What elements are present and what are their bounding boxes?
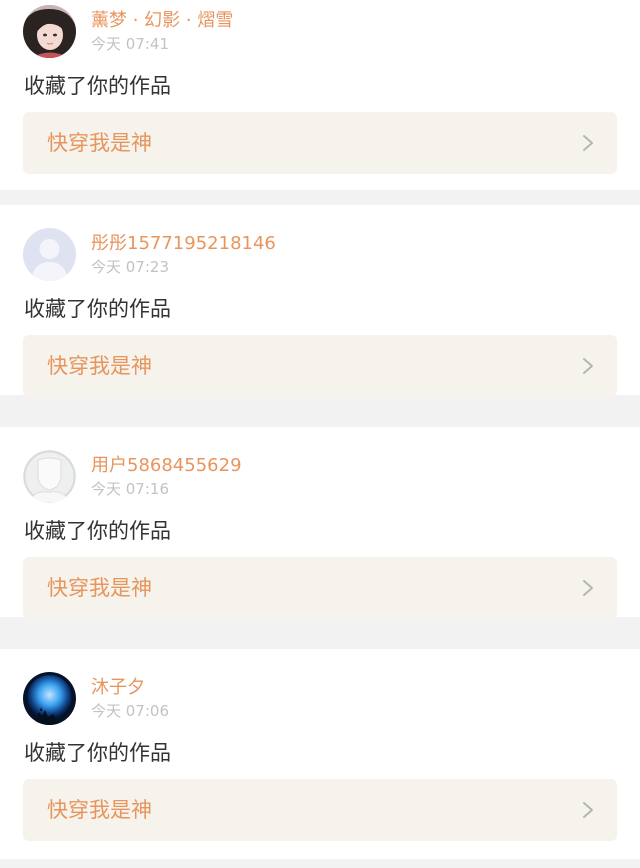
username[interactable]: 薰梦 · 幻影 · 熠雪 bbox=[91, 9, 233, 33]
username[interactable]: 彤彤1577195218146 bbox=[91, 232, 276, 256]
chevron-right-icon bbox=[583, 802, 593, 818]
chevron-right-icon bbox=[583, 358, 593, 374]
notification-feed: 薰梦 · 幻影 · 熠雪 今天 07:41 收藏了你的作品 快穿我是神 彤彤15… bbox=[0, 0, 640, 868]
action-text: 收藏了你的作品 bbox=[24, 297, 171, 321]
username[interactable]: 沐子夕 bbox=[91, 676, 145, 700]
action-text: 收藏了你的作品 bbox=[24, 741, 171, 765]
work-link-card[interactable]: 快穿我是神 bbox=[23, 557, 617, 619]
work-title: 快穿我是神 bbox=[47, 798, 152, 822]
user-photo-avatar[interactable] bbox=[23, 5, 76, 58]
action-text: 收藏了你的作品 bbox=[24, 519, 171, 543]
action-text: 收藏了你的作品 bbox=[24, 74, 171, 98]
work-link-card[interactable]: 快穿我是神 bbox=[23, 112, 617, 174]
notification-card: 薰梦 · 幻影 · 熠雪 今天 07:41 收藏了你的作品 快穿我是神 bbox=[0, 0, 640, 190]
notification-card: 沐子夕 今天 07:06 收藏了你的作品 快穿我是神 bbox=[0, 649, 640, 859]
work-title: 快穿我是神 bbox=[47, 576, 152, 600]
timestamp: 今天 07:41 bbox=[91, 35, 169, 53]
timestamp: 今天 07:16 bbox=[91, 480, 169, 498]
default-user-avatar[interactable] bbox=[23, 228, 76, 281]
notification-card: 彤彤1577195218146 今天 07:23 收藏了你的作品 快穿我是神 bbox=[0, 205, 640, 397]
moon-night-avatar[interactable] bbox=[23, 672, 76, 725]
chevron-right-icon bbox=[583, 580, 593, 596]
work-link-card[interactable]: 快穿我是神 bbox=[23, 335, 617, 397]
blank-user-avatar[interactable] bbox=[23, 450, 76, 503]
work-title: 快穿我是神 bbox=[47, 131, 152, 155]
work-title: 快穿我是神 bbox=[47, 354, 152, 378]
timestamp: 今天 07:23 bbox=[91, 258, 169, 276]
chevron-right-icon bbox=[583, 135, 593, 151]
work-link-card[interactable]: 快穿我是神 bbox=[23, 779, 617, 841]
notification-card: 用户5868455629 今天 07:16 收藏了你的作品 快穿我是神 bbox=[0, 427, 640, 619]
timestamp: 今天 07:06 bbox=[91, 702, 169, 720]
username[interactable]: 用户5868455629 bbox=[91, 454, 242, 478]
